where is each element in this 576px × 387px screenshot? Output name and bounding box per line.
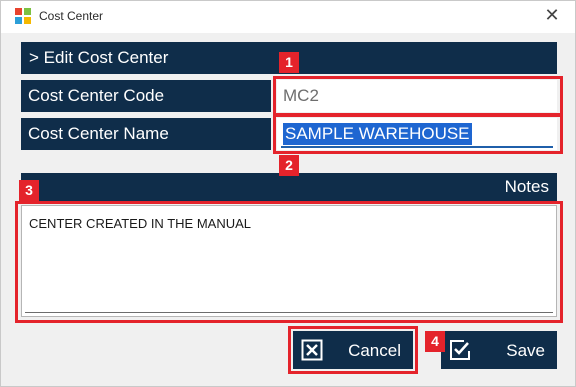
callout-badge-4: 4 bbox=[425, 331, 445, 352]
notes-header: Notes bbox=[21, 173, 557, 201]
app-logo-icon bbox=[15, 8, 31, 24]
save-button[interactable]: Save bbox=[441, 331, 557, 369]
check-box-icon bbox=[450, 340, 470, 360]
callout-badge-1: 1 bbox=[279, 52, 299, 73]
callout-badge-3: 3 bbox=[19, 180, 39, 201]
title-bar: Cost Center ✕ bbox=[1, 1, 575, 33]
window-title: Cost Center bbox=[39, 9, 104, 23]
cost-center-name-label: Cost Center Name bbox=[21, 118, 271, 150]
callout-1-box bbox=[273, 76, 563, 116]
close-icon[interactable]: ✕ bbox=[539, 5, 565, 29]
callout-4-box bbox=[288, 326, 418, 374]
save-label: Save bbox=[506, 341, 545, 360]
callout-3-box bbox=[15, 201, 563, 323]
cost-center-code-label: Cost Center Code bbox=[21, 80, 271, 112]
callout-badge-2: 2 bbox=[279, 155, 299, 176]
callout-2-box bbox=[273, 114, 563, 154]
cost-center-window: Cost Center ✕ > Edit Cost Center Cost Ce… bbox=[0, 0, 576, 387]
